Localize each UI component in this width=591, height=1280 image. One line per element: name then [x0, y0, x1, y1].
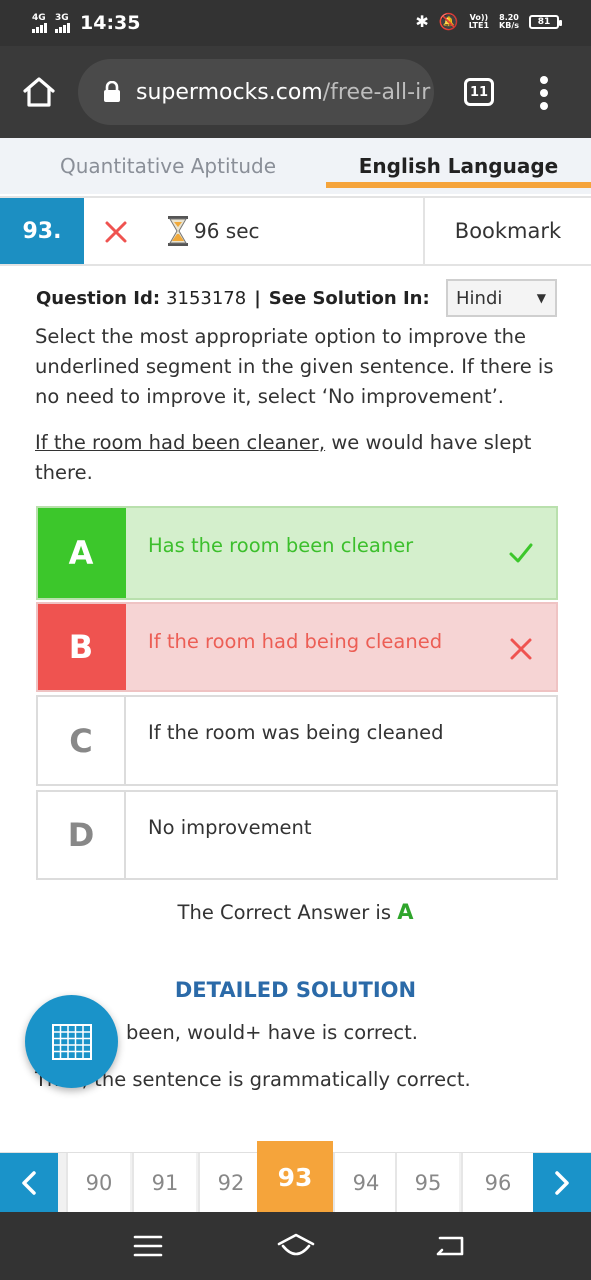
cross-icon — [510, 638, 532, 660]
signal-3g-icon: 3G — [55, 13, 70, 33]
page-91[interactable]: 91 — [132, 1153, 196, 1213]
tab-quantitative-aptitude[interactable]: Quantitative Aptitude — [60, 138, 276, 194]
status-bar: 4G 3G 14:35 ✱ 🔕 Vo)) LTE1 8.20 KB/s 81 — [0, 0, 591, 46]
battery-level: 81 — [537, 16, 551, 27]
chevron-left-icon — [22, 1171, 36, 1195]
option-b[interactable]: B If the room had being cleaned — [36, 602, 558, 692]
network-speed: 8.20 KB/s — [499, 12, 519, 30]
subject-tabs: Quantitative Aptitude English Language — [0, 138, 591, 194]
option-letter: D — [38, 792, 126, 878]
grid-icon — [51, 1023, 92, 1060]
correct-answer-prefix: The Correct Answer is — [177, 901, 398, 924]
correct-answer-letter: A — [397, 900, 414, 924]
option-c[interactable]: C If the room was being cleaned — [36, 695, 558, 786]
option-text: If the room was being cleaned — [148, 721, 444, 744]
url-host: supermocks.com — [136, 79, 323, 105]
page-92[interactable]: 92 — [198, 1153, 262, 1213]
option-text: If the room had being cleaned — [148, 630, 443, 653]
page-95[interactable]: 95 — [395, 1153, 459, 1213]
recents-icon[interactable] — [133, 1234, 163, 1258]
volte-indicator: Vo)) LTE1 — [468, 12, 490, 30]
solution-line: been, would+ have is correct. — [126, 1021, 418, 1044]
meta-separator: | — [254, 287, 261, 309]
overflow-menu-icon[interactable] — [536, 76, 552, 110]
address-bar[interactable]: supermocks.com/free-all-ir — [78, 59, 434, 125]
home-icon[interactable] — [22, 76, 56, 108]
url-path: /free-all-ir — [322, 79, 431, 105]
tab-english-language[interactable]: English Language — [326, 138, 591, 194]
wrong-status-icon — [105, 221, 127, 243]
question-sentence: If the room had been cleaner, we would h… — [35, 428, 561, 488]
see-solution-label: See Solution In: — [268, 287, 430, 309]
question-id-value: 3153178 — [166, 287, 247, 309]
page-93-current[interactable]: 93 — [257, 1141, 333, 1213]
mute-icon: 🔕 — [438, 12, 459, 31]
time-spent: 96 sec — [194, 219, 260, 243]
bluetooth-icon: ✱ — [415, 12, 429, 31]
page-90[interactable]: 90 — [66, 1153, 130, 1213]
battery-icon: 81 — [529, 14, 562, 29]
option-text: No improvement — [148, 816, 312, 839]
page-96[interactable]: 96 — [461, 1153, 533, 1213]
option-text: Has the room been cleaner — [148, 534, 414, 557]
option-letter: B — [38, 604, 126, 690]
check-icon — [509, 543, 533, 563]
question-pager: 90 91 92 93 94 95 96 — [0, 1141, 591, 1213]
home-nav-icon[interactable] — [275, 1232, 317, 1260]
question-number: 93. — [0, 198, 84, 264]
option-letter: A — [38, 508, 126, 598]
language-selected: Hindi — [456, 287, 503, 309]
question-header: 93. 96 sec Bookmark — [0, 196, 591, 266]
hourglass-icon — [168, 216, 188, 246]
url-text: supermocks.com/free-all-ir — [136, 80, 430, 105]
dropdown-caret-icon: ▼ — [536, 291, 546, 305]
question-timer: 96 sec — [166, 215, 260, 247]
chevron-right-icon — [555, 1171, 569, 1195]
browser-toolbar: supermocks.com/free-all-ir 11 — [0, 46, 591, 138]
lock-icon — [104, 81, 120, 102]
next-question-button[interactable] — [533, 1153, 591, 1213]
page-94[interactable]: 94 — [333, 1153, 397, 1213]
solution-language-select[interactable]: Hindi ▼ — [446, 279, 557, 317]
status-time: 14:35 — [80, 12, 141, 34]
back-nav-icon[interactable] — [434, 1234, 466, 1258]
system-navigation-bar — [0, 1212, 591, 1280]
tab-switcher-button[interactable]: 11 — [464, 78, 494, 106]
question-id-label: Question Id: — [36, 287, 161, 309]
option-a[interactable]: A Has the room been cleaner — [36, 506, 558, 600]
question-grid-button[interactable] — [25, 995, 118, 1088]
prev-question-button[interactable] — [0, 1153, 58, 1213]
option-d[interactable]: D No improvement — [36, 790, 558, 880]
signal-4g-icon: 4G — [32, 13, 47, 33]
bookmark-button[interactable]: Bookmark — [423, 198, 591, 264]
option-letter: C — [38, 697, 126, 784]
correct-answer-line: The Correct Answer is A — [0, 900, 591, 924]
underlined-segment: If the room had been cleaner, — [35, 431, 326, 454]
tab-count: 11 — [469, 84, 489, 100]
question-instruction: Select the most appropriate option to im… — [35, 325, 554, 408]
